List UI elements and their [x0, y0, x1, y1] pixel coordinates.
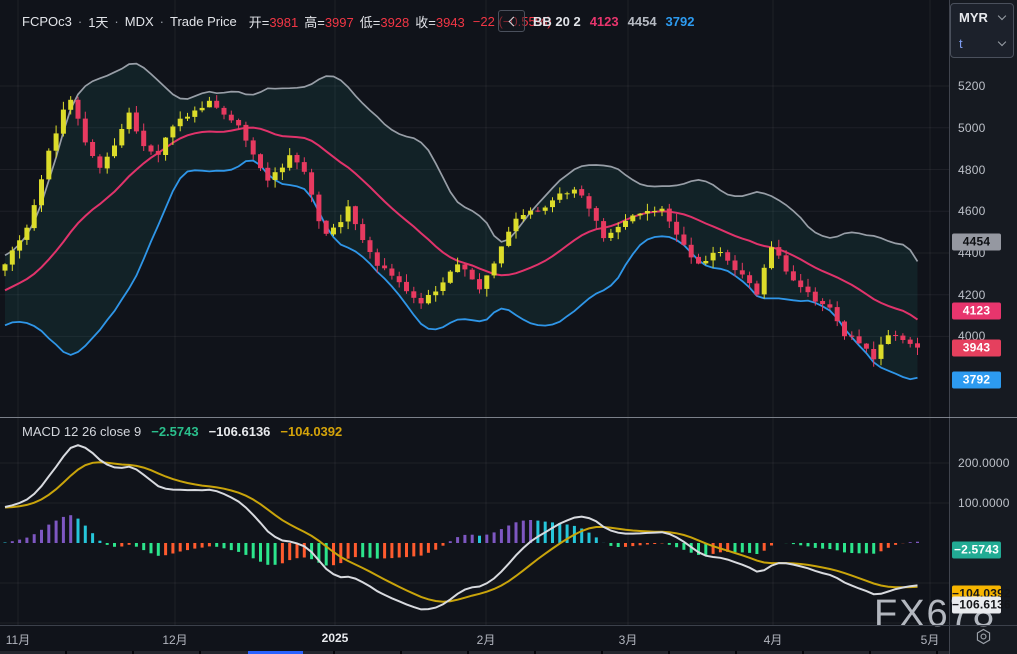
- time-axis-label: 5月: [921, 631, 940, 648]
- ohlc-value: 3928: [380, 15, 409, 30]
- price-value-badge: 4123: [952, 302, 1001, 319]
- price-value-badge: 4454: [952, 233, 1001, 250]
- legend-separator: ·: [78, 14, 82, 29]
- price-tick-label: 4200: [958, 288, 986, 302]
- bb-indicator-value: 3792: [666, 14, 695, 29]
- macd-indicator-title: MACD 12 26 close 9: [22, 424, 141, 439]
- macd-indicator-value: −104.0392: [280, 424, 342, 439]
- ohlc-label: 收=: [415, 15, 436, 30]
- ohlc-label: 高=: [304, 15, 325, 30]
- macd-value-badge: −2.5743: [952, 542, 1001, 559]
- ohlc-label: 开=: [249, 15, 270, 30]
- time-axis-label: 3月: [619, 631, 638, 648]
- ohlc-values: 开=3981 高=3997 低=3928 收=3943: [243, 12, 465, 31]
- price-value-badge: 3792: [952, 371, 1001, 388]
- price-chart-pane[interactable]: [0, 0, 949, 417]
- macd-tick-label: 100.0000: [958, 496, 1010, 510]
- unit-dropdown[interactable]: t: [951, 30, 1013, 56]
- currency-dropdown[interactable]: MYR: [951, 4, 1013, 30]
- exchange-label: MDX: [125, 14, 154, 29]
- bb-indicator-title: BB 20 2: [533, 14, 581, 29]
- bb-indicator-legend[interactable]: BB 20 2 4123 4454 3792: [533, 14, 694, 29]
- trading-terminal: FX678 11月12月20252月3月4月5月 MYR t 520050004…: [0, 0, 1017, 654]
- time-axis-label: 4月: [764, 631, 783, 648]
- legend-back-button[interactable]: [498, 10, 525, 32]
- scale-unit-box: MYR t: [950, 3, 1014, 58]
- legend-separator: ·: [160, 14, 164, 29]
- price-value-badge: 3943: [952, 340, 1001, 357]
- macd-indicator-legend[interactable]: MACD 12 26 close 9 −2.5743 −106.6136 −104.0…: [22, 424, 342, 439]
- macd-tick-label: 200.0000: [958, 456, 1010, 470]
- time-axis[interactable]: 11月 12月 2025 2月 3月 4月 5月: [0, 626, 949, 651]
- symbol-name: FCPOc3: [22, 14, 72, 29]
- price-tick-label: 4800: [958, 163, 986, 177]
- bb-indicator-value: 4123: [590, 14, 619, 29]
- interval-label: 1天: [88, 12, 108, 31]
- ohlc-value: 3997: [325, 15, 354, 30]
- price-tick-label: 5200: [958, 79, 986, 93]
- chevron-down-icon: [998, 37, 1006, 45]
- ohlc-value: 3981: [269, 15, 298, 30]
- gear-icon[interactable]: [975, 628, 992, 645]
- ohlc-label: 低=: [360, 15, 381, 30]
- ohlc-value: 3943: [436, 15, 465, 30]
- macd-indicator-value: −2.5743: [151, 424, 198, 439]
- macd-indicator-value: −106.6136: [209, 424, 271, 439]
- macd-pane[interactable]: [0, 418, 949, 625]
- price-scale-content: MYR t 5200500048004600440042004000445441…: [949, 0, 1017, 654]
- price-tick-label: 4600: [958, 204, 986, 218]
- chevron-down-icon: [998, 11, 1006, 19]
- time-axis-label: 2025: [322, 631, 349, 645]
- unit-label: t: [959, 36, 963, 51]
- time-axis-label: 12月: [162, 631, 187, 648]
- price-tick-label: 5000: [958, 121, 986, 135]
- time-axis-label: 11月: [6, 631, 30, 648]
- bb-indicator-value: 4454: [628, 14, 657, 29]
- series-type-label: Trade Price: [170, 14, 237, 29]
- legend-separator: ·: [114, 14, 118, 29]
- chevron-left-icon: [508, 16, 518, 26]
- currency-label: MYR: [959, 10, 988, 25]
- pane-divider[interactable]: [0, 417, 1017, 418]
- time-axis-label: 2月: [477, 631, 496, 648]
- macd-value-badge: −106.6136: [952, 596, 1001, 613]
- symbol-legend[interactable]: FCPOc3 · 1天 · MDX · Trade Price 开=3981 高=…: [22, 12, 552, 31]
